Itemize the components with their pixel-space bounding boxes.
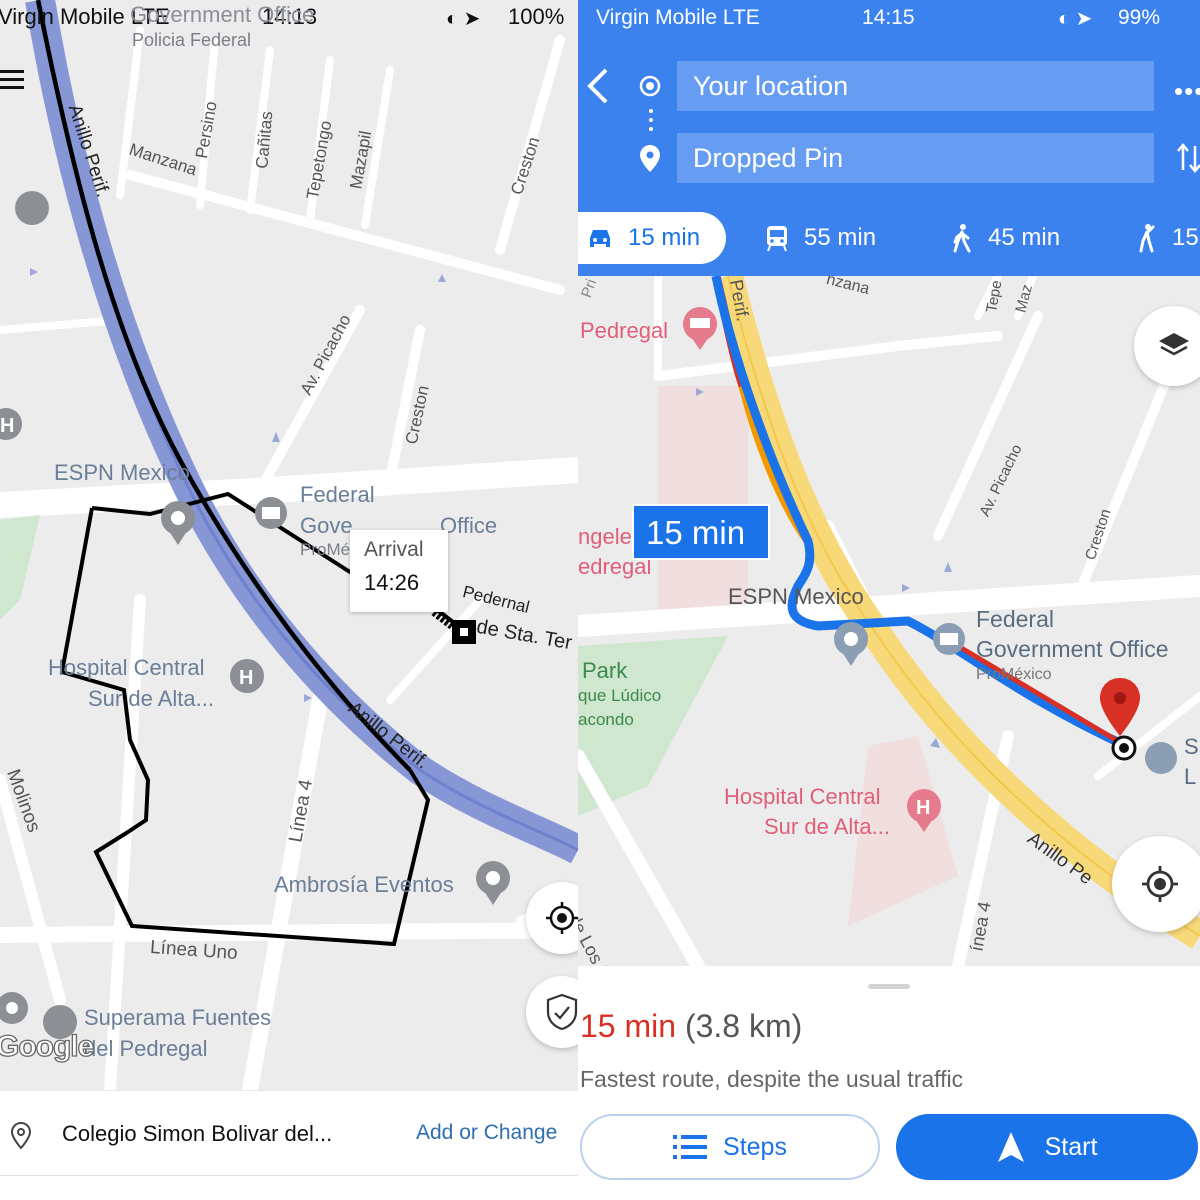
- route-summary: 15 min (3.8 km): [580, 1008, 802, 1045]
- start-button[interactable]: Start: [896, 1114, 1198, 1180]
- summary-time: 15 min: [580, 1008, 677, 1044]
- map-label: Hospital Central: [48, 655, 205, 680]
- car-icon: [590, 230, 610, 247]
- map-label: Gove: [300, 513, 353, 538]
- map-label: Pedregal: [580, 318, 669, 343]
- route-summary-sheet: 15 min (3.8 km) Fastest route, despite t…: [578, 966, 1200, 1200]
- add-or-change-link[interactable]: Add or Change: [416, 1121, 557, 1145]
- tab-ride-service[interactable]: 15: [1134, 212, 1199, 264]
- list-icon: [673, 1135, 708, 1159]
- map-label: Government Office: [976, 636, 1169, 662]
- destination-text: Colegio Simon Bolivar del...: [62, 1121, 333, 1146]
- arrival-label: Arrival: [364, 538, 424, 561]
- map-label: S: [1184, 734, 1199, 759]
- steps-button[interactable]: Steps: [580, 1114, 880, 1180]
- map-label: ngele: [578, 524, 632, 549]
- map-label: Park: [582, 658, 628, 683]
- map-label: acondo: [578, 710, 634, 729]
- map-label: ProMéxico: [976, 666, 1052, 683]
- tab-walking[interactable]: 45 min: [950, 212, 1060, 264]
- back-arrow-icon[interactable]: [582, 66, 618, 106]
- status-time: 14:15: [862, 6, 915, 29]
- crosshair-icon: [546, 902, 578, 934]
- location-arrow-icon: ◐ ➤: [446, 8, 481, 30]
- svg-text:H: H: [239, 667, 253, 689]
- map-label: Office: [440, 513, 498, 538]
- crosshair-icon: [1142, 866, 1178, 902]
- map-label: Federal: [976, 606, 1054, 632]
- route-time-bubble: 15 min: [632, 504, 770, 560]
- origin-dot-icon: [639, 75, 661, 97]
- map-label: que Lúdico: [578, 686, 662, 705]
- left-panel-ride-app: H H Virgin Mobile LTE 14:13 ◐ ➤ 100% Gov…: [0, 0, 578, 1200]
- summary-distance: (3.8 km): [684, 1008, 803, 1044]
- more-options-icon[interactable]: •••: [1174, 76, 1200, 107]
- map-label: ESPN Mexico: [728, 584, 864, 609]
- tab-ride-label: 15: [1172, 224, 1199, 251]
- map-label: Ambrosía Eventos: [274, 872, 454, 897]
- map-label: ProMé: [300, 540, 351, 559]
- navigation-arrow-icon: [997, 1132, 1024, 1162]
- destination-bar[interactable]: Colegio Simon Bolivar del... Add or Chan…: [0, 1090, 578, 1200]
- map-label: Government Office: [130, 2, 315, 27]
- destination-pin-icon: [640, 145, 660, 172]
- route-map[interactable]: H Pri Perif. nzana Tepe Maz Pedregal Av.…: [578, 276, 1200, 966]
- map-label: Sur de Alta...: [88, 686, 214, 711]
- walk-icon: [953, 224, 971, 253]
- swap-icon[interactable]: [1176, 140, 1200, 176]
- origin-input[interactable]: Your location: [677, 61, 1154, 111]
- arrival-time: 14:26: [364, 570, 420, 595]
- svg-text:H: H: [0, 415, 14, 437]
- battery-percent: 99%: [1118, 6, 1161, 29]
- map-label: Superama Fuentes: [84, 1005, 272, 1030]
- start-label: Start: [1044, 1132, 1098, 1161]
- menu-icon[interactable]: [0, 70, 26, 92]
- directions-header: Virgin Mobile LTE 14:15 ◐ ➤ 99% Your loc…: [578, 0, 1200, 276]
- battery-percent: 100%: [508, 4, 565, 29]
- sheet-handle[interactable]: [868, 984, 910, 989]
- route-map-roads: H: [578, 276, 1200, 966]
- tab-transit-label: 55 min: [804, 224, 877, 251]
- left-map[interactable]: H H Virgin Mobile LTE 14:13 ◐ ➤ 100% Gov…: [0, 0, 578, 1090]
- location-pin-icon: [10, 1121, 32, 1150]
- map-label: Sur de Alta...: [764, 814, 890, 839]
- map-label: Federal: [300, 482, 375, 507]
- train-icon: [767, 226, 787, 252]
- steps-label: Steps: [723, 1132, 787, 1161]
- map-label: del Pedregal: [84, 1036, 208, 1061]
- layers-icon: [1159, 333, 1189, 356]
- location-arrow-icon: ◐ ➤: [1058, 8, 1093, 30]
- destination-input[interactable]: Dropped Pin: [677, 133, 1154, 183]
- arrival-card: Arrival 14:26: [350, 530, 448, 612]
- google-logo: Google: [0, 1029, 95, 1063]
- map-label: Policia Federal: [132, 30, 252, 50]
- map-label: Hospital Central: [724, 784, 881, 809]
- ride-icon: [1139, 224, 1155, 253]
- svg-text:H: H: [916, 797, 930, 819]
- right-panel-google-maps: Virgin Mobile LTE 14:15 ◐ ➤ 99% Your loc…: [578, 0, 1200, 1200]
- tab-walking-label: 45 min: [988, 224, 1061, 251]
- tab-driving[interactable]: 15 min: [578, 212, 726, 264]
- carrier-label: Virgin Mobile LTE: [596, 6, 760, 29]
- tab-driving-label: 15 min: [628, 224, 701, 251]
- map-label: L: [1184, 764, 1197, 789]
- map-label: ESPN Mexico: [54, 460, 190, 485]
- my-location-button[interactable]: [1112, 836, 1200, 932]
- shield-check-icon: [546, 993, 578, 1031]
- divider: [0, 1175, 578, 1176]
- tab-transit[interactable]: 55 min: [764, 212, 876, 264]
- route-dots-icon: [649, 109, 653, 131]
- summary-note: Fastest route, despite the usual traffic: [580, 1066, 964, 1092]
- right-status-bar: Virgin Mobile LTE 14:15 ◐ ➤ 99%: [578, 0, 1200, 36]
